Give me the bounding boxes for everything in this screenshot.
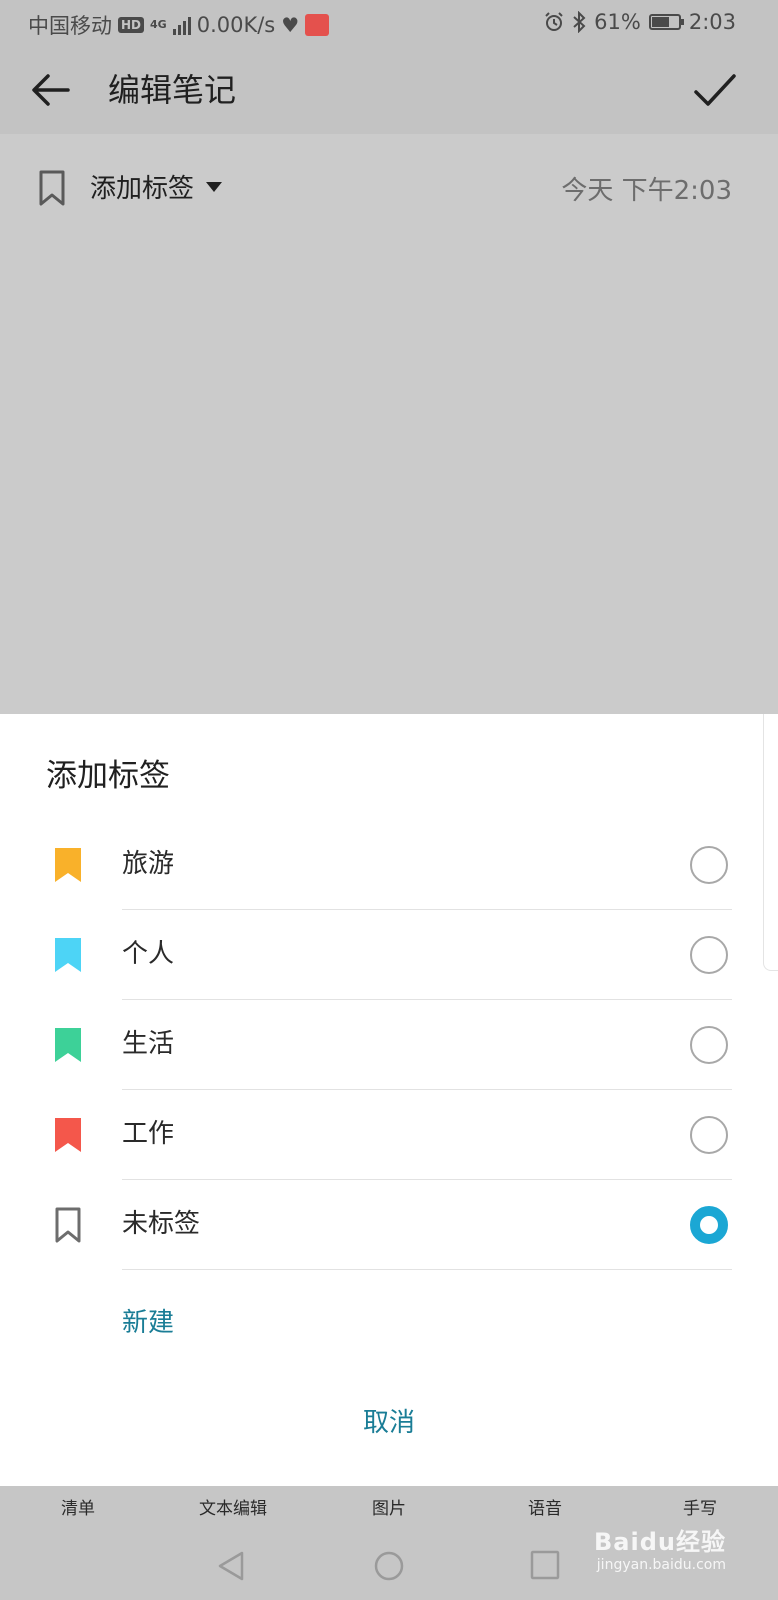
radio-button[interactable] (690, 936, 728, 974)
network-speed: 0.00K/s (196, 13, 276, 37)
radio-button[interactable] (690, 1206, 728, 1244)
tag-selector-dropdown[interactable]: 添加标签 (90, 168, 223, 205)
caret-down-icon (206, 181, 223, 192)
heart-rate-icon: ♥ (281, 13, 300, 37)
arrow-left-icon (32, 74, 70, 106)
alarm-icon (545, 12, 563, 31)
dialog-title: 添加标签 (46, 758, 170, 794)
radio-button[interactable] (690, 1116, 728, 1154)
battery-percent: 61% (594, 10, 641, 34)
tag-option-list: 旅游 个人 生活 工作 未标签 (0, 820, 778, 1270)
hd-icon: HD (118, 17, 145, 33)
app-notification-icon (305, 14, 330, 36)
add-tag-dialog: 添加标签 旅游 个人 生活 工作 未标签 新建 取消 (0, 714, 778, 1486)
app-bar: 编辑笔记 (0, 46, 778, 134)
bookmark-filled-icon (55, 938, 81, 972)
page-title: 编辑笔记 (108, 71, 237, 109)
toolbar-text-edit-button[interactable]: 文本编辑 (199, 1494, 267, 1519)
new-tag-button[interactable]: 新建 (122, 1302, 174, 1339)
toolbar-voice-button[interactable]: 语音 (528, 1494, 562, 1519)
watermark-sub-text: jingyan.baidu.com (596, 1557, 726, 1573)
nav-recent-icon[interactable] (530, 1550, 560, 1580)
nav-home-icon[interactable] (373, 1550, 405, 1582)
bookmark-filled-icon (55, 1028, 81, 1062)
tag-selector-label: 添加标签 (90, 174, 195, 204)
confirm-button[interactable] (692, 68, 736, 112)
baidu-watermark: Baidu经验 jingyan.baidu.com (594, 1522, 726, 1573)
toolbar-checklist-button[interactable]: 清单 (61, 1494, 95, 1519)
note-tag-row: 添加标签 今天 下午2:03 (0, 162, 778, 212)
cancel-button[interactable]: 取消 (0, 1402, 778, 1439)
back-button[interactable] (28, 68, 72, 112)
status-bar: 中国移动 HD 4G 0.00K/s ♥ 61% 2:03 (0, 0, 778, 46)
note-timestamp: 今天 下午2:03 (561, 176, 732, 206)
tag-option-personal[interactable]: 个人 (0, 910, 778, 1000)
bookmark-filled-icon (55, 1118, 81, 1152)
carrier-name: 中国移动 (28, 14, 112, 38)
bookmark-icon (39, 170, 65, 206)
tag-option-life[interactable]: 生活 (0, 1000, 778, 1090)
divider (122, 1269, 732, 1270)
watermark-main-text: Baidu经验 (594, 1528, 726, 1556)
status-left: 中国移动 HD 4G 0.00K/s ♥ (28, 10, 330, 40)
toolbar-image-button[interactable]: 图片 (372, 1494, 406, 1519)
check-icon (694, 74, 736, 106)
tag-option-untagged[interactable]: 未标签 (0, 1180, 778, 1270)
tag-option-travel[interactable]: 旅游 (0, 820, 778, 910)
tag-option-label: 工作 (122, 1119, 175, 1149)
radio-button[interactable] (690, 846, 728, 884)
nav-back-icon[interactable] (216, 1550, 246, 1582)
radio-button[interactable] (690, 1026, 728, 1064)
tag-option-label: 生活 (122, 1029, 175, 1059)
toolbar-handwriting-button[interactable]: 手写 (683, 1494, 717, 1519)
bluetooth-icon (573, 11, 586, 33)
tag-option-label: 旅游 (122, 849, 175, 879)
battery-icon (648, 14, 684, 30)
tag-option-label: 个人 (122, 939, 175, 969)
clock-time: 2:03 (688, 10, 736, 34)
signal-icon (172, 15, 191, 35)
status-right: 61% 2:03 (544, 10, 736, 34)
network-type: 4G (150, 18, 167, 31)
tag-option-work[interactable]: 工作 (0, 1090, 778, 1180)
tag-option-label: 未标签 (122, 1209, 201, 1239)
bookmark-icon (55, 1207, 81, 1243)
bookmark-filled-icon (55, 848, 81, 882)
